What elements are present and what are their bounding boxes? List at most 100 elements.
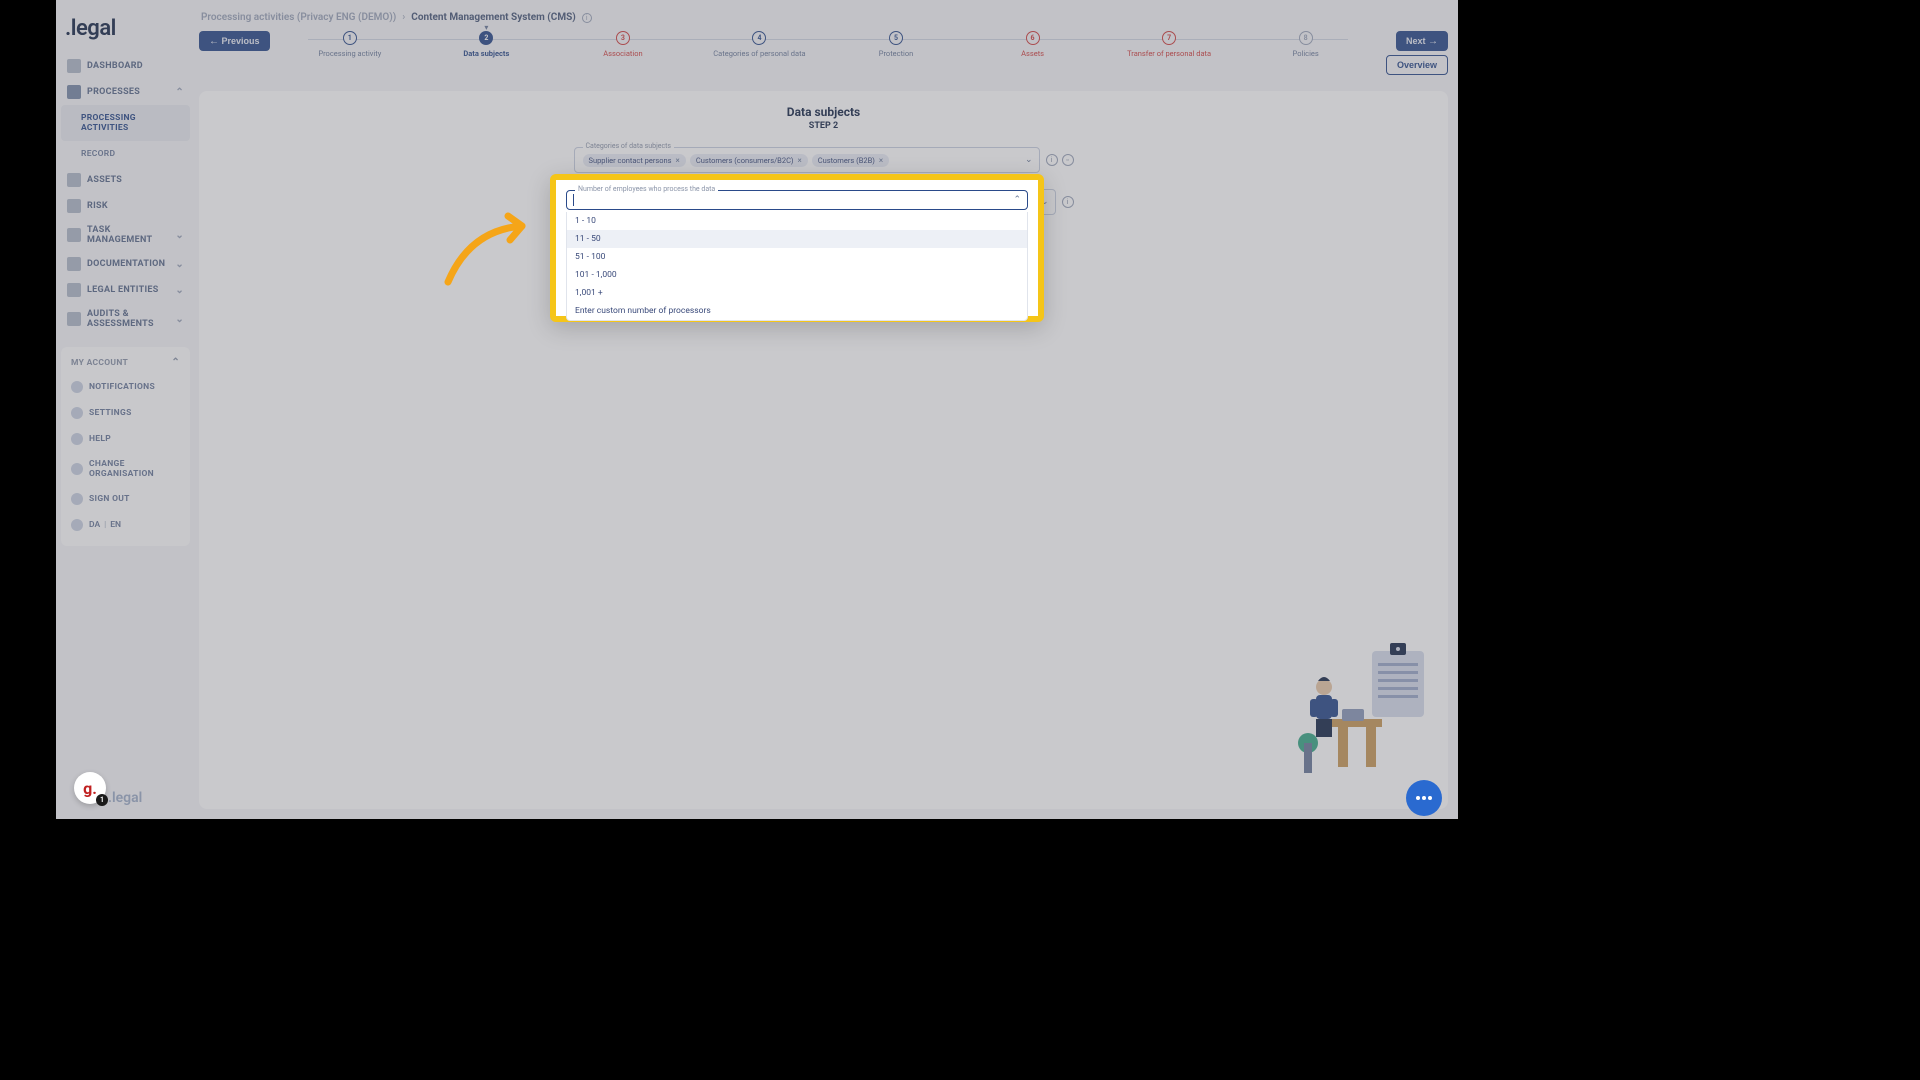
lang-en[interactable]: EN bbox=[110, 520, 121, 530]
account-sign-out-label: SIGN OUT bbox=[89, 494, 130, 504]
nav-processes[interactable]: PROCESSES ⌃ bbox=[61, 79, 190, 105]
overview-button-label: Overview bbox=[1397, 60, 1437, 70]
dropdown-option[interactable]: 11 - 50 bbox=[567, 230, 1027, 248]
arrow-right-icon: → bbox=[1428, 36, 1438, 47]
employees-field[interactable]: Number of employees who process the data… bbox=[566, 190, 1028, 210]
form-title: Data subjects bbox=[219, 105, 1428, 119]
globe-icon bbox=[71, 519, 83, 531]
nav-assets[interactable]: ASSETS bbox=[61, 167, 190, 193]
gear-icon bbox=[71, 407, 83, 419]
nav-dashboard[interactable]: DASHBOARD bbox=[61, 53, 190, 79]
nav-legal-entities[interactable]: LEGAL ENTITIES ⌄ bbox=[61, 277, 190, 303]
account-change-organisation-label: CHANGE ORGANISATION bbox=[89, 459, 180, 479]
task-icon bbox=[67, 228, 81, 242]
account-notifications-label: NOTIFICATIONS bbox=[89, 382, 155, 392]
nav-task-management-label: TASK MANAGEMENT bbox=[87, 225, 175, 245]
nav-dashboard-label: DASHBOARD bbox=[87, 61, 143, 71]
step-1[interactable]: 1Processing activity bbox=[282, 31, 419, 58]
step-label: Policies bbox=[1293, 49, 1319, 58]
tag-remove-icon[interactable]: × bbox=[879, 156, 883, 165]
step-label: Transfer of personal data bbox=[1127, 49, 1211, 58]
tag-label: Customers (consumers/B2C) bbox=[696, 156, 794, 165]
account-settings[interactable]: SETTINGS bbox=[65, 400, 186, 426]
chevron-down-icon: ⌄ bbox=[175, 285, 184, 296]
brand-logo: .legal bbox=[61, 10, 190, 53]
categories-field[interactable]: Categories of data subjects Supplier con… bbox=[574, 147, 1040, 173]
topbar: ← Previous 1Processing activity▾2Data su… bbox=[199, 31, 1448, 75]
chevron-down-icon[interactable]: ⌄ bbox=[1025, 155, 1033, 165]
tag-label: Supplier contact persons bbox=[589, 156, 672, 165]
audits-icon bbox=[67, 312, 81, 326]
nav-documentation[interactable]: DOCUMENTATION ⌄ bbox=[61, 251, 190, 277]
field-actions: i ▫ bbox=[1046, 154, 1074, 166]
dropdown-option[interactable]: Enter custom number of processors bbox=[567, 302, 1027, 320]
account-sign-out[interactable]: SIGN OUT bbox=[65, 486, 186, 512]
account-settings-label: SETTINGS bbox=[89, 408, 132, 418]
documentation-icon bbox=[67, 257, 81, 271]
info-icon[interactable]: i bbox=[1062, 196, 1074, 208]
dropdown-option[interactable]: 51 - 100 bbox=[567, 248, 1027, 266]
step-dot: 8 bbox=[1299, 31, 1313, 45]
account-change-organisation[interactable]: CHANGE ORGANISATION bbox=[65, 452, 186, 486]
nav-risk[interactable]: RISK bbox=[61, 193, 190, 219]
account-help[interactable]: HELP bbox=[65, 426, 186, 452]
language-switcher[interactable]: DA | EN bbox=[65, 512, 186, 538]
dropdown-option[interactable]: 101 - 1,000 bbox=[567, 266, 1027, 284]
breadcrumb-parent[interactable]: Processing activities (Privacy ENG (DEMO… bbox=[201, 12, 396, 23]
save-icon[interactable]: ▫ bbox=[1062, 154, 1074, 166]
highlighted-dropdown-zone: Number of employees who process the data… bbox=[550, 174, 1044, 322]
chevron-down-icon: ⌄ bbox=[175, 230, 184, 241]
step-3[interactable]: 3 Association bbox=[555, 31, 692, 58]
nav-sub-processing-activities[interactable]: PROCESSING ACTIVITIES bbox=[61, 105, 190, 141]
tag-item: Customers (consumers/B2C)× bbox=[690, 154, 808, 167]
next-button-label: Next bbox=[1406, 36, 1426, 46]
tag-remove-icon[interactable]: × bbox=[797, 156, 801, 165]
nav-audits-label: AUDITS & ASSESSMENTS bbox=[87, 309, 175, 329]
step-4[interactable]: 4Categories of personal data bbox=[691, 31, 828, 58]
breadcrumb-current: Content Management System (CMS) bbox=[411, 12, 576, 23]
field-actions: i bbox=[1062, 196, 1074, 208]
step-dot: 1 bbox=[343, 31, 357, 45]
nav-task-management[interactable]: TASK MANAGEMENT ⌄ bbox=[61, 219, 190, 251]
nav-audits[interactable]: AUDITS & ASSESSMENTS ⌄ bbox=[61, 303, 190, 335]
dropdown-option[interactable]: 1 - 10 bbox=[567, 212, 1027, 230]
step-dot: 2 bbox=[479, 31, 493, 45]
chat-dots-icon bbox=[1416, 796, 1432, 800]
info-icon[interactable]: i bbox=[1046, 154, 1058, 166]
employees-dropdown-list: 1 - 1011 - 5051 - 100101 - 1,0001,001 +E… bbox=[566, 212, 1028, 321]
info-icon[interactable]: i bbox=[582, 13, 592, 23]
step-8[interactable]: 8 Policies bbox=[1237, 31, 1374, 58]
step-5[interactable]: 5Protection bbox=[828, 31, 965, 58]
bell-icon bbox=[71, 381, 83, 393]
overview-button[interactable]: Overview bbox=[1386, 55, 1448, 75]
nav-assets-label: ASSETS bbox=[87, 175, 122, 185]
next-button[interactable]: Next → bbox=[1396, 31, 1448, 51]
nav-legal-entities-label: LEGAL ENTITIES bbox=[87, 285, 159, 295]
employees-field-label: Number of employees who process the data bbox=[575, 185, 718, 193]
categories-field-label: Categories of data subjects bbox=[583, 142, 675, 150]
nav-risk-label: RISK bbox=[87, 201, 108, 211]
account-notifications[interactable]: NOTIFICATIONS bbox=[65, 374, 186, 400]
arrow-left-icon: ← bbox=[209, 36, 219, 47]
decorative-illustration bbox=[1266, 633, 1436, 803]
legal-entities-icon bbox=[67, 283, 81, 297]
chevron-right-icon: › bbox=[402, 12, 405, 23]
footer-brand: .legal bbox=[108, 790, 142, 1064]
dropdown-option[interactable]: 1,001 + bbox=[567, 284, 1027, 302]
step-label: Association bbox=[603, 49, 642, 58]
step-6[interactable]: 6Assets bbox=[964, 31, 1101, 58]
tag-remove-icon[interactable]: × bbox=[676, 156, 680, 165]
swap-icon bbox=[71, 463, 83, 475]
chevron-up-icon[interactable]: ⌃ bbox=[1013, 195, 1021, 205]
my-account-header[interactable]: MY ACCOUNT ⌃ bbox=[65, 355, 186, 374]
help-widget-badge[interactable]: g. 1 bbox=[74, 772, 106, 804]
lang-da[interactable]: DA bbox=[89, 520, 100, 530]
step-2[interactable]: ▾2Data subjects bbox=[418, 31, 555, 58]
step-7[interactable]: 7Transfer of personal data bbox=[1101, 31, 1238, 58]
chat-widget-button[interactable] bbox=[1406, 780, 1442, 816]
right-button-group: Next → Overview bbox=[1386, 31, 1448, 75]
previous-button[interactable]: ← Previous bbox=[199, 31, 270, 51]
nav-sub-record[interactable]: RECORD bbox=[61, 141, 190, 167]
step-dot: 3 bbox=[616, 31, 630, 45]
badge-count: 1 bbox=[96, 794, 108, 806]
